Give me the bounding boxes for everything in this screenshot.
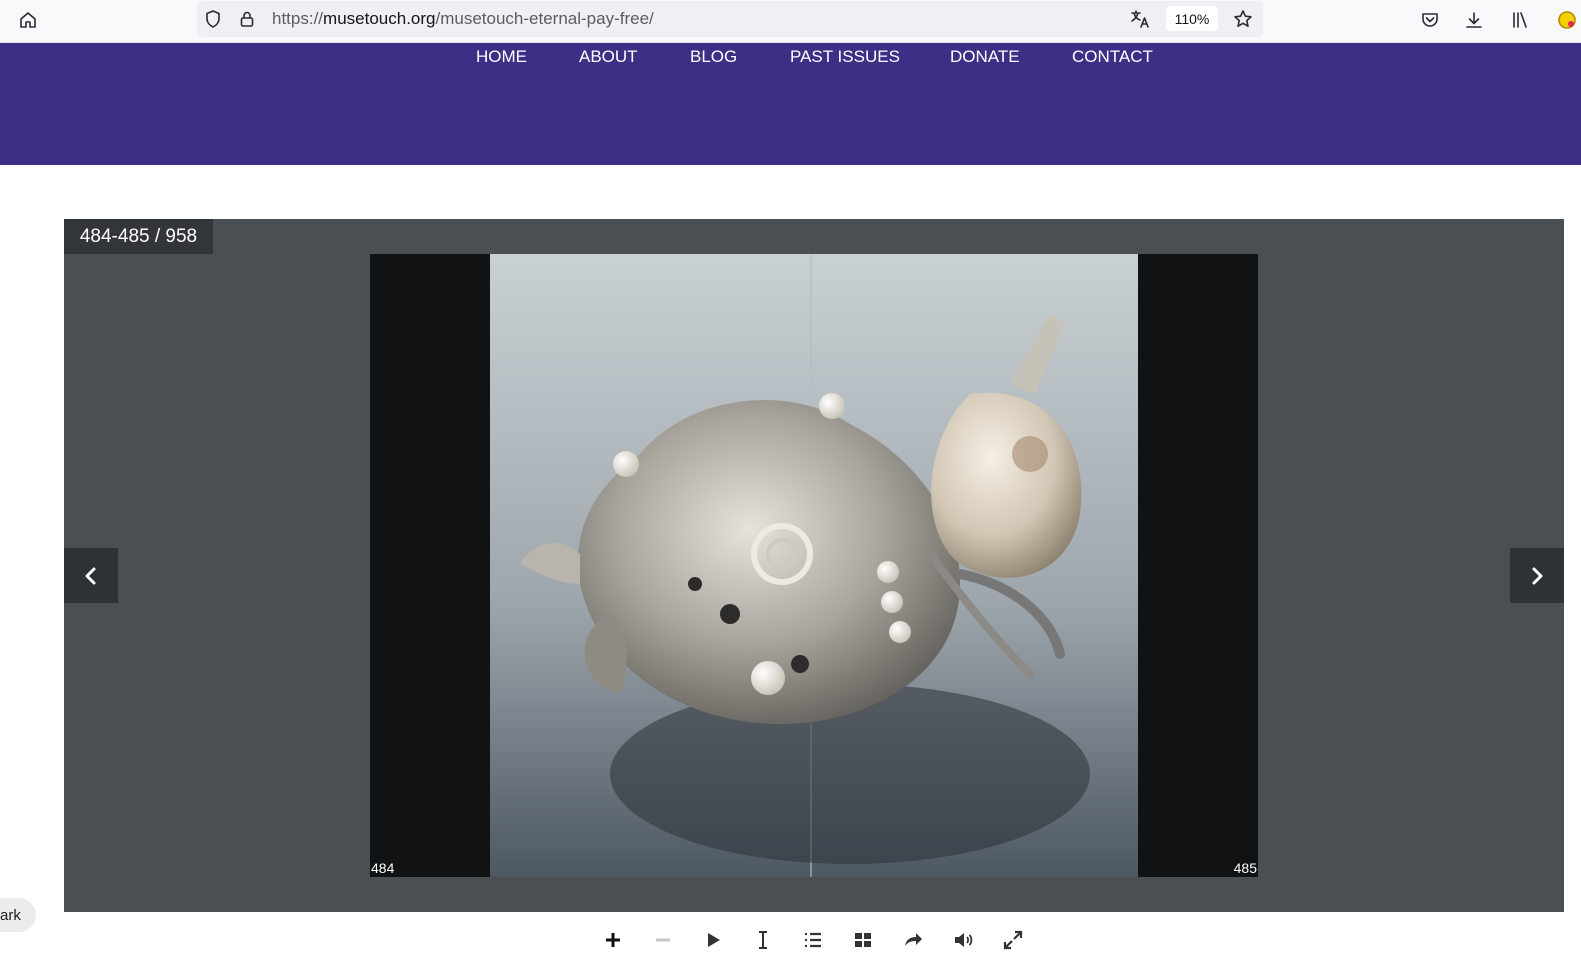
main-nav: HOME ABOUT BLOG PAST ISSUES DONATE CONTA… <box>0 47 1581 71</box>
shield-icon[interactable] <box>199 5 227 33</box>
site-header: HOME ABOUT BLOG PAST ISSUES DONATE CONTA… <box>0 43 1581 165</box>
nav-donate[interactable]: DONATE <box>950 47 1020 67</box>
pocket-icon[interactable] <box>1416 6 1444 34</box>
zoom-level[interactable]: 110% <box>1166 6 1218 31</box>
flipbook-viewer[interactable]: 484-485 / 958 484 485 <box>64 219 1564 912</box>
extension-icon[interactable] <box>1553 6 1581 34</box>
next-page-button[interactable] <box>1510 548 1564 603</box>
spread-photo <box>490 254 1138 877</box>
translate-icon[interactable] <box>1126 5 1154 33</box>
table-of-contents-icon[interactable] <box>799 926 827 954</box>
chevron-right-icon <box>1532 567 1543 584</box>
fullscreen-icon[interactable] <box>999 926 1027 954</box>
lock-icon[interactable] <box>233 5 261 33</box>
page-counter: 484-485 / 958 <box>64 219 213 254</box>
left-page-number: 484 <box>371 860 395 876</box>
browser-toolbar: https://musetouch.org/musetouch-eternal-… <box>0 0 1581 43</box>
nav-home[interactable]: HOME <box>476 47 527 67</box>
address-bar[interactable]: https://musetouch.org/musetouch-eternal-… <box>197 1 1263 37</box>
thumbnails-icon[interactable] <box>849 926 877 954</box>
download-icon[interactable] <box>1460 6 1488 34</box>
library-icon[interactable] <box>1506 6 1534 34</box>
chevron-left-icon <box>85 567 96 584</box>
bookmark-button[interactable]: ark <box>0 898 36 932</box>
nav-contact[interactable]: CONTACT <box>1072 47 1153 67</box>
book-spread[interactable]: 484 485 <box>370 254 1258 877</box>
nav-blog[interactable]: BLOG <box>690 47 737 67</box>
zoom-out-icon[interactable] <box>649 926 677 954</box>
share-icon[interactable] <box>899 926 927 954</box>
text-select-icon[interactable] <box>749 926 777 954</box>
url-text[interactable]: https://musetouch.org/musetouch-eternal-… <box>272 9 654 29</box>
viewer-toolbar <box>0 922 1581 957</box>
home-icon[interactable] <box>14 6 42 34</box>
play-icon[interactable] <box>699 926 727 954</box>
nav-about[interactable]: ABOUT <box>579 47 638 67</box>
star-icon[interactable] <box>1229 5 1257 33</box>
previous-page-button[interactable] <box>64 548 118 603</box>
sound-icon[interactable] <box>949 926 977 954</box>
nav-past-issues[interactable]: PAST ISSUES <box>790 47 900 67</box>
right-page-number: 485 <box>1233 860 1257 876</box>
zoom-in-icon[interactable] <box>599 926 627 954</box>
